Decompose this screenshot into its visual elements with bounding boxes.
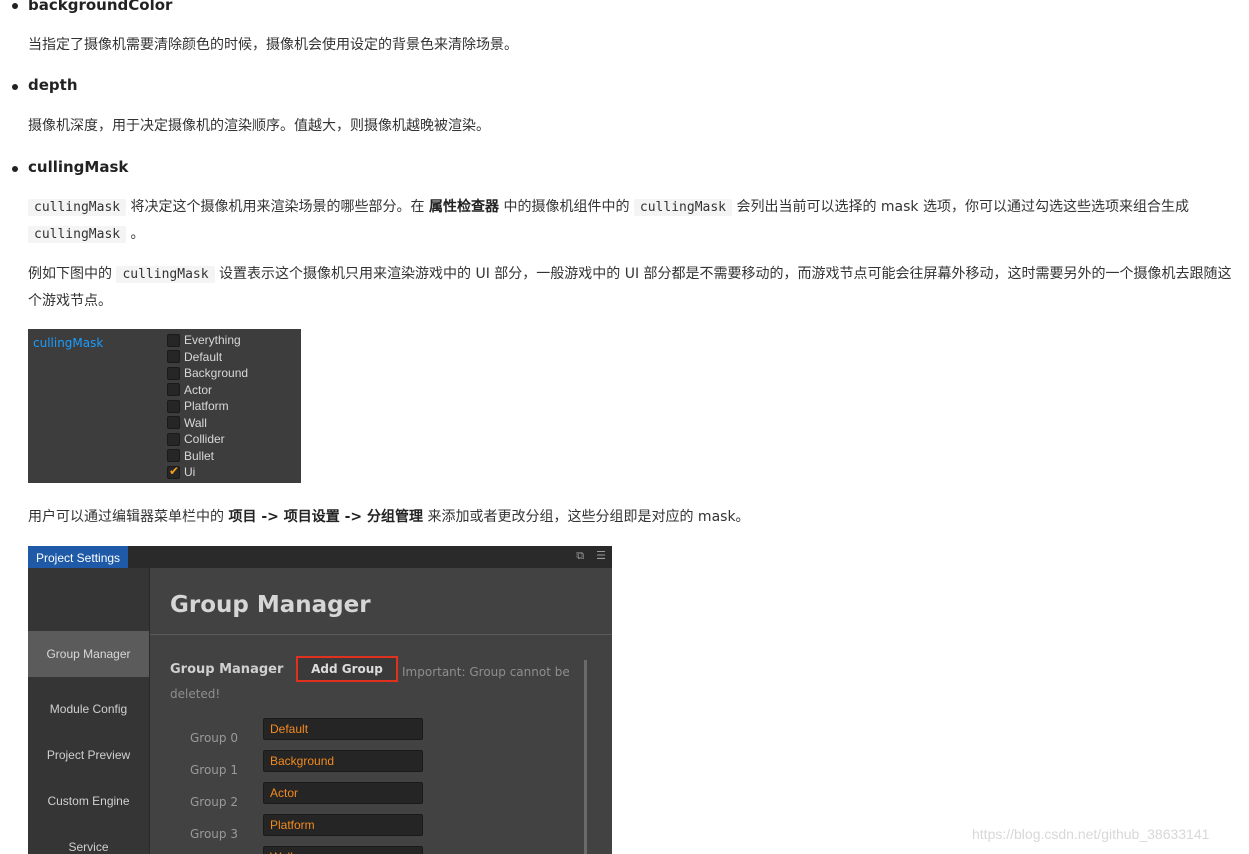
option-label: Default (184, 349, 223, 364)
culling-mask-option[interactable]: Default (167, 349, 248, 366)
group-name-input[interactable]: Default (263, 718, 423, 740)
culling-mask-option[interactable]: Wall (167, 415, 248, 432)
group-name-input[interactable]: Actor (263, 782, 423, 804)
sidebar-item-module-config[interactable]: Module Config (28, 702, 149, 716)
sidebar-item-service[interactable]: Service (28, 840, 149, 854)
add-group-button[interactable]: Add Group (296, 656, 398, 682)
sidebar-item-custom-engine[interactable]: Custom Engine (28, 794, 149, 808)
group-name-input[interactable]: Platform (263, 814, 423, 836)
group-label: Group 1 (190, 763, 238, 777)
checkbox[interactable] (167, 416, 180, 430)
checkbox[interactable] (167, 399, 180, 413)
inline-code: cullingMask (116, 266, 215, 283)
option-label: Background (184, 366, 249, 381)
section-desc-depth: 摄像机深度，用于决定摄像机的渲染顺序。值越大，则摄像机越晚被渲染。 (28, 118, 490, 134)
culling-mask-paragraph-3: 用户可以通过编辑器菜单栏中的 项目 -> 项目设置 -> 分组管理 来添加或者更… (28, 509, 750, 525)
inline-code: cullingMask (28, 199, 127, 216)
group-label: Group 3 (190, 827, 238, 841)
settings-main: Group Manager Important: Group cannot be… (150, 568, 612, 854)
group-name-input[interactable]: Background (263, 750, 423, 772)
culling-mask-option[interactable]: Platform (167, 398, 248, 415)
culling-mask-option[interactable]: Background (167, 365, 248, 382)
culling-mask-panel: cullingMask Everything Default Background A… (28, 329, 301, 483)
checkbox[interactable] (167, 333, 180, 347)
culling-mask-option[interactable]: Ui (167, 464, 248, 481)
culling-mask-options: Everything Default Background Actor Platform… (167, 332, 248, 481)
section-title-depth: depth (28, 76, 78, 94)
sidebar-item-project-preview[interactable]: Project Preview (28, 748, 149, 762)
checkbox[interactable] (167, 366, 180, 380)
culling-mask-option[interactable]: Actor (167, 382, 248, 399)
option-label: Collider (184, 432, 225, 447)
culling-mask-option[interactable]: Collider (167, 431, 248, 448)
option-label: Actor (184, 382, 213, 397)
checkbox[interactable] (167, 432, 180, 446)
section-heading: Group Manager (170, 662, 284, 677)
section-title-background-color: backgroundColor (28, 0, 173, 14)
option-label: Ui (184, 465, 196, 480)
menu-icon[interactable]: ☰ (596, 549, 606, 563)
bold-text: 属性检查器 (429, 199, 499, 215)
checkbox-checked[interactable] (167, 464, 180, 479)
checkbox[interactable] (167, 350, 180, 364)
checkbox[interactable] (167, 383, 180, 397)
settings-sidebar: Group Manager Module Config Project Previe… (28, 568, 150, 854)
culling-mask-paragraph-2: 例如下图中的 cullingMask 设置表示这个摄像机只用来渲染游戏中的 UI… (28, 266, 1232, 309)
tab-project-settings[interactable]: Project Settings (28, 546, 129, 568)
watermark: https://blog.csdn.net/github_38633141 (972, 826, 1210, 842)
option-label: Wall (184, 415, 207, 430)
group-label: Group 0 (190, 731, 238, 745)
checkbox[interactable] (167, 449, 180, 463)
bullet (12, 166, 18, 172)
divider (150, 634, 612, 635)
sidebar-item-group-manager[interactable]: Group Manager (28, 631, 149, 677)
page-title: Group Manager (170, 592, 371, 618)
bullet (12, 3, 18, 9)
bold-text: 项目 -> 项目设置 -> 分组管理 (228, 509, 424, 525)
project-settings-window: Project Settings ⧉ ☰ Group Manager Module… (28, 546, 612, 854)
culling-mask-label: cullingMask (33, 336, 104, 350)
scrollbar[interactable] (584, 660, 587, 854)
culling-mask-paragraph-1: cullingMask 将决定这个摄像机用来渲染场景的哪些部分。在 属性检查器 … (28, 194, 1243, 248)
section-title-culling-mask: cullingMask (28, 158, 129, 176)
option-label: Platform (184, 399, 229, 414)
popout-icon[interactable]: ⧉ (576, 549, 584, 563)
inline-code: cullingMask (633, 199, 732, 216)
group-name-input[interactable]: Wall (263, 846, 423, 854)
section-desc-background-color: 当指定了摄像机需要清除颜色的时候，摄像机会使用设定的背景色来清除场景。 (28, 37, 518, 53)
group-label: Group 2 (190, 795, 238, 809)
culling-mask-option[interactable]: Bullet (167, 448, 248, 465)
option-label: Bullet (184, 448, 215, 463)
culling-mask-option[interactable]: Everything (167, 332, 248, 349)
option-label: Everything (184, 333, 241, 348)
inline-code: cullingMask (28, 226, 127, 243)
title-bar: Project Settings ⧉ ☰ (28, 546, 612, 568)
bullet (12, 84, 18, 90)
